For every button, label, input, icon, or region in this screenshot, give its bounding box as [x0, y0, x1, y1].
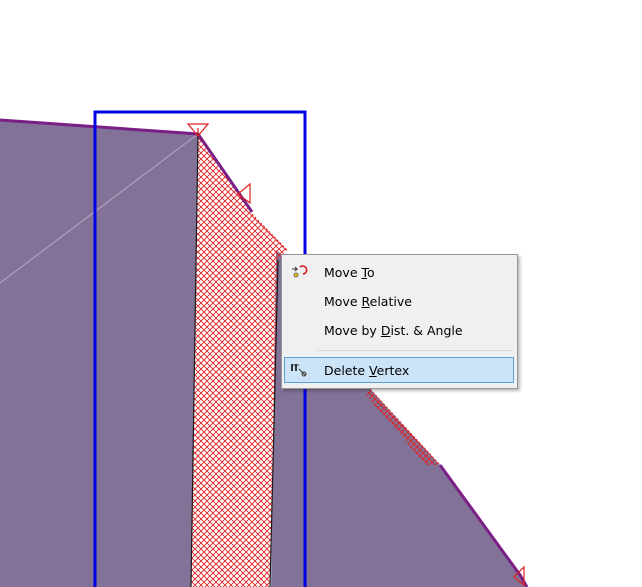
polygon-region-left — [0, 120, 198, 587]
menu-item-label: Move by Dist. & Angle — [324, 323, 463, 338]
menu-item-label: Delete Vertex — [324, 363, 410, 378]
move-to-icon — [292, 265, 308, 278]
menu-item-move-by-dist-angle[interactable]: Move by Dist. & Angle — [284, 317, 514, 343]
menu-item-label: Move To — [324, 265, 375, 280]
menu-item-delete-vertex[interactable]: Delete Vertex — [284, 357, 514, 383]
context-menu: Move To Move Relative Move by Dist. & An… — [281, 254, 518, 389]
menu-item-move-to[interactable]: Move To — [284, 259, 514, 285]
menu-item-move-relative[interactable]: Move Relative — [284, 288, 514, 314]
menu-item-label: Move Relative — [324, 294, 412, 309]
delete-vertex-icon — [291, 364, 307, 377]
menu-separator — [317, 350, 513, 351]
